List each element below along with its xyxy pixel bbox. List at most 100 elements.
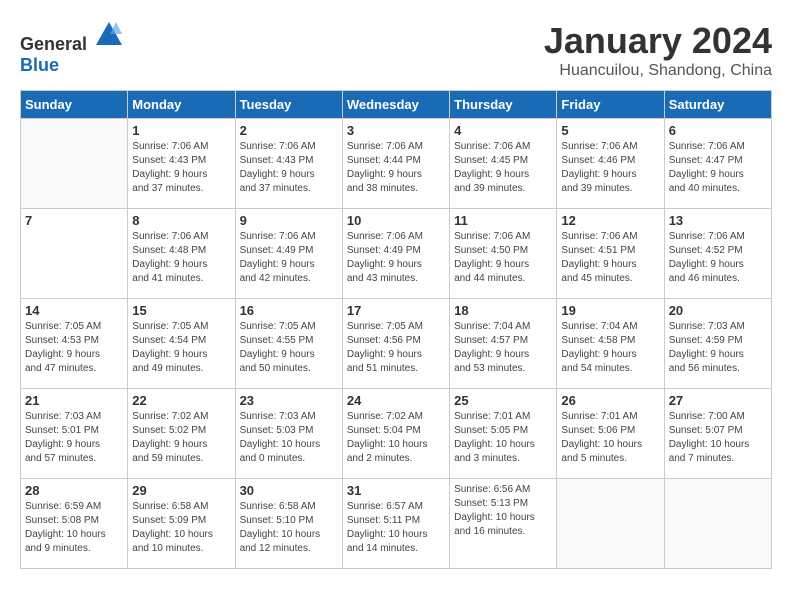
day-number: 15 xyxy=(132,303,230,318)
calendar-cell: 3 Sunrise: 7:06 AMSunset: 4:44 PMDaylight… xyxy=(342,119,449,209)
calendar-cell: 31 Sunrise: 6:57 AMSunset: 5:11 PMDayligh… xyxy=(342,479,449,569)
calendar-cell: Sunrise: 6:56 AMSunset: 5:13 PMDaylight:… xyxy=(450,479,557,569)
day-info: Sunrise: 7:06 AMSunset: 4:46 PMDaylight:… xyxy=(561,140,659,196)
day-number: 21 xyxy=(25,393,123,408)
day-number: 16 xyxy=(240,303,338,318)
calendar-cell: 21 Sunrise: 7:03 AMSunset: 5:01 PMDayligh… xyxy=(21,389,128,479)
calendar-cell: 7 xyxy=(21,209,128,299)
calendar-cell: 23 Sunrise: 7:03 AMSunset: 5:03 PMDayligh… xyxy=(235,389,342,479)
day-info: Sunrise: 6:58 AMSunset: 5:10 PMDaylight:… xyxy=(240,500,338,556)
day-info: Sunrise: 6:57 AMSunset: 5:11 PMDaylight:… xyxy=(347,500,445,556)
calendar-cell: 5Sunrise: 7:06 AMSunset: 4:46 PMDaylight… xyxy=(557,119,664,209)
day-info: Sunrise: 7:06 AMSunset: 4:45 PMDaylight:… xyxy=(454,140,552,196)
day-number: 28 xyxy=(25,483,123,498)
week-row-3: 14 Sunrise: 7:05 AMSunset: 4:53 PMDayligh… xyxy=(21,299,772,389)
day-header-wednesday: Wednesday xyxy=(342,91,449,119)
day-header-thursday: Thursday xyxy=(450,91,557,119)
day-info: Sunrise: 7:00 AMSunset: 5:07 PMDaylight:… xyxy=(669,410,767,466)
day-info: Sunrise: 6:56 AMSunset: 5:13 PMDaylight:… xyxy=(454,483,552,539)
day-number: 3 xyxy=(347,123,445,138)
day-number: 9 xyxy=(240,213,338,228)
calendar-subtitle: Huancuilou, Shandong, China xyxy=(544,62,772,80)
logo-icon xyxy=(94,20,124,50)
calendar-cell: 12Sunrise: 7:06 AMSunset: 4:51 PMDayligh… xyxy=(557,209,664,299)
calendar-cell: 1 Sunrise: 7:06 AMSunset: 4:43 PMDaylight… xyxy=(128,119,235,209)
day-number: 23 xyxy=(240,393,338,408)
day-info: Sunrise: 7:06 AMSunset: 4:52 PMDaylight:… xyxy=(669,230,767,286)
day-info: Sunrise: 7:02 AMSunset: 5:04 PMDaylight:… xyxy=(347,410,445,466)
day-number: 19 xyxy=(561,303,659,318)
calendar-cell: 28Sunrise: 6:59 AMSunset: 5:08 PMDayligh… xyxy=(21,479,128,569)
calendar-cell: 16 Sunrise: 7:05 AMSunset: 4:55 PMDayligh… xyxy=(235,299,342,389)
day-number: 13 xyxy=(669,213,767,228)
day-number: 14 xyxy=(25,303,123,318)
day-number: 7 xyxy=(25,213,123,228)
day-info: Sunrise: 7:06 AMSunset: 4:43 PMDaylight:… xyxy=(132,140,230,196)
logo-blue: Blue xyxy=(20,55,59,75)
week-row-2: 7 8Sunrise: 7:06 AMSunset: 4:48 PMDayligh… xyxy=(21,209,772,299)
calendar-header-row: SundayMondayTuesdayWednesdayThursdayFrid… xyxy=(21,91,772,119)
week-row-5: 28Sunrise: 6:59 AMSunset: 5:08 PMDayligh… xyxy=(21,479,772,569)
calendar-table: SundayMondayTuesdayWednesdayThursdayFrid… xyxy=(20,90,772,569)
calendar-cell: 6Sunrise: 7:06 AMSunset: 4:47 PMDaylight… xyxy=(664,119,771,209)
day-info: Sunrise: 7:03 AMSunset: 5:03 PMDaylight:… xyxy=(240,410,338,466)
day-number: 22 xyxy=(132,393,230,408)
day-info: Sunrise: 7:01 AMSunset: 5:05 PMDaylight:… xyxy=(454,410,552,466)
day-number: 30 xyxy=(240,483,338,498)
day-number: 2 xyxy=(240,123,338,138)
calendar-cell: 4 Sunrise: 7:06 AMSunset: 4:45 PMDaylight… xyxy=(450,119,557,209)
calendar-cell xyxy=(557,479,664,569)
calendar-title: January 2024 xyxy=(544,20,772,62)
calendar-cell: 24 Sunrise: 7:02 AMSunset: 5:04 PMDayligh… xyxy=(342,389,449,479)
calendar-cell: 17Sunrise: 7:05 AMSunset: 4:56 PMDayligh… xyxy=(342,299,449,389)
title-section: January 2024 Huancuilou, Shandong, China xyxy=(544,20,772,80)
calendar-cell: 8Sunrise: 7:06 AMSunset: 4:48 PMDaylight… xyxy=(128,209,235,299)
day-number: 1 xyxy=(132,123,230,138)
calendar-cell: 2 Sunrise: 7:06 AMSunset: 4:43 PMDaylight… xyxy=(235,119,342,209)
calendar-cell xyxy=(664,479,771,569)
calendar-cell: 15 Sunrise: 7:05 AMSunset: 4:54 PMDayligh… xyxy=(128,299,235,389)
calendar-cell: 20Sunrise: 7:03 AMSunset: 4:59 PMDayligh… xyxy=(664,299,771,389)
day-info: Sunrise: 7:06 AMSunset: 4:49 PMDaylight:… xyxy=(240,230,338,286)
day-number: 29 xyxy=(132,483,230,498)
calendar-cell: 14 Sunrise: 7:05 AMSunset: 4:53 PMDayligh… xyxy=(21,299,128,389)
day-info: Sunrise: 7:05 AMSunset: 4:55 PMDaylight:… xyxy=(240,320,338,376)
calendar-cell: 30 Sunrise: 6:58 AMSunset: 5:10 PMDayligh… xyxy=(235,479,342,569)
day-info: Sunrise: 7:03 AMSunset: 5:01 PMDaylight:… xyxy=(25,410,123,466)
logo-general: General xyxy=(20,34,87,54)
day-number: 11 xyxy=(454,213,552,228)
day-info: Sunrise: 7:04 AMSunset: 4:57 PMDaylight:… xyxy=(454,320,552,376)
day-info: Sunrise: 7:06 AMSunset: 4:51 PMDaylight:… xyxy=(561,230,659,286)
day-info: Sunrise: 7:02 AMSunset: 5:02 PMDaylight:… xyxy=(132,410,230,466)
calendar-cell: 27 Sunrise: 7:00 AMSunset: 5:07 PMDayligh… xyxy=(664,389,771,479)
day-number: 24 xyxy=(347,393,445,408)
day-info: Sunrise: 7:06 AMSunset: 4:43 PMDaylight:… xyxy=(240,140,338,196)
day-info: Sunrise: 7:05 AMSunset: 4:53 PMDaylight:… xyxy=(25,320,123,376)
day-info: Sunrise: 7:06 AMSunset: 4:49 PMDaylight:… xyxy=(347,230,445,286)
day-info: Sunrise: 6:58 AMSunset: 5:09 PMDaylight:… xyxy=(132,500,230,556)
calendar-cell: 10Sunrise: 7:06 AMSunset: 4:49 PMDayligh… xyxy=(342,209,449,299)
day-number: 6 xyxy=(669,123,767,138)
calendar-cell: 13 Sunrise: 7:06 AMSunset: 4:52 PMDayligh… xyxy=(664,209,771,299)
week-row-1: 1 Sunrise: 7:06 AMSunset: 4:43 PMDaylight… xyxy=(21,119,772,209)
day-info: Sunrise: 7:01 AMSunset: 5:06 PMDaylight:… xyxy=(561,410,659,466)
day-number: 27 xyxy=(669,393,767,408)
calendar-cell: 26 Sunrise: 7:01 AMSunset: 5:06 PMDayligh… xyxy=(557,389,664,479)
week-row-4: 21 Sunrise: 7:03 AMSunset: 5:01 PMDayligh… xyxy=(21,389,772,479)
calendar-cell: 19 Sunrise: 7:04 AMSunset: 4:58 PMDayligh… xyxy=(557,299,664,389)
day-number: 31 xyxy=(347,483,445,498)
day-number: 4 xyxy=(454,123,552,138)
day-info: Sunrise: 7:05 AMSunset: 4:54 PMDaylight:… xyxy=(132,320,230,376)
day-info: Sunrise: 7:06 AMSunset: 4:50 PMDaylight:… xyxy=(454,230,552,286)
logo-text: General Blue xyxy=(20,20,124,76)
day-number: 20 xyxy=(669,303,767,318)
calendar-cell: 29 Sunrise: 6:58 AMSunset: 5:09 PMDayligh… xyxy=(128,479,235,569)
day-header-saturday: Saturday xyxy=(664,91,771,119)
day-number: 26 xyxy=(561,393,659,408)
calendar-cell xyxy=(21,119,128,209)
day-header-monday: Monday xyxy=(128,91,235,119)
logo: General Blue xyxy=(20,20,124,76)
day-info: Sunrise: 7:04 AMSunset: 4:58 PMDaylight:… xyxy=(561,320,659,376)
page-header: General Blue January 2024 Huancuilou, Sh… xyxy=(20,20,772,80)
day-info: Sunrise: 7:06 AMSunset: 4:44 PMDaylight:… xyxy=(347,140,445,196)
